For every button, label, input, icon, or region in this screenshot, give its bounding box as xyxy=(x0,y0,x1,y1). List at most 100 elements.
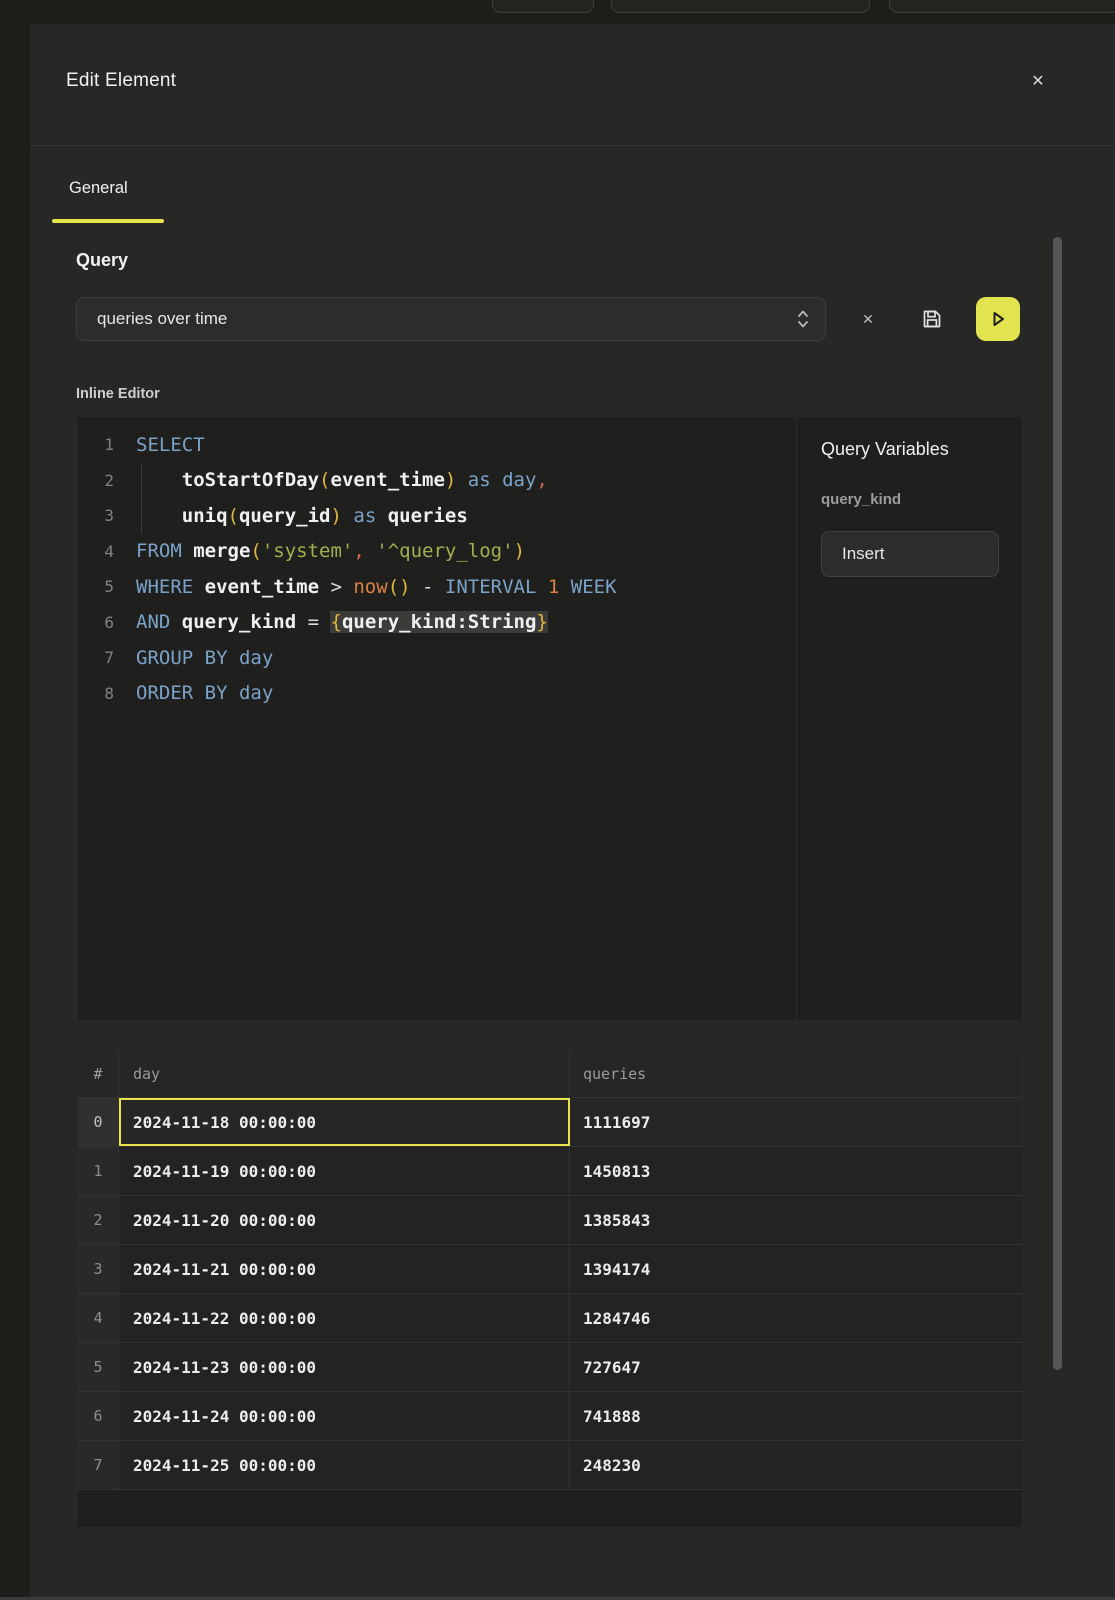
table-row: 02024-11-18 00:00:001111697 xyxy=(78,1098,1022,1147)
table-row: 42024-11-22 00:00:001284746 xyxy=(78,1294,1022,1343)
code-token: ) xyxy=(445,469,456,491)
queries-cell[interactable]: 1450813 xyxy=(570,1147,1022,1195)
line-text: ORDER BY day xyxy=(136,682,273,704)
column-header-queries[interactable]: queries xyxy=(570,1050,1022,1097)
queries-cell[interactable]: 1394174 xyxy=(570,1245,1022,1293)
code-line[interactable]: 5WHERE event_time > now() - INTERVAL 1 W… xyxy=(78,569,796,605)
line-number: 7 xyxy=(78,648,114,667)
modal-scrollbar[interactable] xyxy=(1053,237,1062,1370)
code-token: { xyxy=(330,611,341,633)
chevron-up-down-icon xyxy=(797,308,809,330)
code-line[interactable]: 8 ORDER BY day xyxy=(78,676,796,712)
day-cell[interactable]: 2024-11-20 00:00:00 xyxy=(119,1196,570,1244)
day-cell[interactable]: 2024-11-25 00:00:00 xyxy=(119,1441,570,1489)
column-header-index[interactable]: # xyxy=(78,1050,119,1097)
code-token: as xyxy=(342,505,388,527)
code-token: AND xyxy=(136,611,182,633)
table-footer xyxy=(78,1490,1022,1527)
queries-cell[interactable]: 248230 xyxy=(570,1441,1022,1489)
table-row: 62024-11-24 00:00:00741888 xyxy=(78,1392,1022,1441)
code-token: > xyxy=(319,576,353,598)
queries-cell[interactable]: 1111697 xyxy=(570,1098,1022,1146)
code-line[interactable]: 4FROM merge('system', '^query_log') xyxy=(78,534,796,570)
query-variables-title: Query Variables xyxy=(821,439,949,460)
code-token: - xyxy=(411,576,445,598)
background-button-partial xyxy=(889,0,1115,13)
code-token: ) xyxy=(514,540,525,562)
run-query-button[interactable] xyxy=(976,297,1020,341)
table-row: 12024-11-19 00:00:001450813 xyxy=(78,1147,1022,1196)
row-index-cell[interactable]: 6 xyxy=(78,1392,119,1440)
row-index-cell[interactable]: 0 xyxy=(78,1098,119,1146)
tab-active-underline xyxy=(52,219,164,223)
row-index-cell[interactable]: 4 xyxy=(78,1294,119,1342)
day-cell[interactable]: 2024-11-18 00:00:00 xyxy=(119,1098,570,1146)
code-token: FROM xyxy=(136,540,193,562)
code-token: uniq xyxy=(182,505,228,527)
row-index-cell[interactable]: 1 xyxy=(78,1147,119,1195)
code-line[interactable]: 7 GROUP BY day xyxy=(78,640,796,676)
code-token: SELECT xyxy=(136,434,205,456)
code-token: ( xyxy=(319,469,330,491)
column-header-day[interactable]: day xyxy=(119,1050,570,1097)
inline-editor-label: Inline Editor xyxy=(76,386,160,402)
queries-cell[interactable]: 741888 xyxy=(570,1392,1022,1440)
day-cell[interactable]: 2024-11-22 00:00:00 xyxy=(119,1294,570,1342)
table-header-row: # day queries xyxy=(78,1050,1022,1098)
line-number: 3 xyxy=(78,506,114,525)
tab-general[interactable]: General xyxy=(69,179,128,198)
code-line[interactable]: 6AND query_kind = {query_kind:String} xyxy=(78,605,796,641)
row-index-cell[interactable]: 3 xyxy=(78,1245,119,1293)
close-icon[interactable]: ✕ xyxy=(1026,70,1050,94)
line-text: uniq(query_id) as queries xyxy=(136,505,468,527)
query-select[interactable]: queries over time xyxy=(76,297,826,341)
code-token xyxy=(365,540,376,562)
insert-variable-button[interactable]: Insert xyxy=(821,531,999,577)
code-token: GROUP BY day xyxy=(136,647,273,669)
code-token: query_kind:String xyxy=(342,611,536,633)
sql-editor[interactable]: 1SELECT2 toStartOfDay(event_time) as day… xyxy=(78,417,1022,1020)
save-icon[interactable] xyxy=(920,307,944,331)
line-number: 2 xyxy=(78,471,114,490)
code-token: , xyxy=(536,469,547,491)
queries-cell[interactable]: 1385843 xyxy=(570,1196,1022,1244)
code-token: = xyxy=(296,611,330,633)
line-text: GROUP BY day xyxy=(136,647,273,669)
play-icon xyxy=(988,309,1008,329)
day-cell[interactable]: 2024-11-23 00:00:00 xyxy=(119,1343,570,1391)
row-index-cell[interactable]: 7 xyxy=(78,1441,119,1489)
table-row: 72024-11-25 00:00:00248230 xyxy=(78,1441,1022,1490)
line-number: 4 xyxy=(78,542,114,561)
code-token: ( xyxy=(228,505,239,527)
row-index-cell[interactable]: 2 xyxy=(78,1196,119,1244)
day-cell[interactable]: 2024-11-19 00:00:00 xyxy=(119,1147,570,1195)
code-token: 'system' xyxy=(262,540,354,562)
results-table: # day queries 02024-11-18 00:00:00111169… xyxy=(78,1050,1022,1527)
code-lines[interactable]: 1SELECT2 toStartOfDay(event_time) as day… xyxy=(78,417,796,1020)
queries-cell[interactable]: 1284746 xyxy=(570,1294,1022,1342)
row-index-cell[interactable]: 5 xyxy=(78,1343,119,1391)
code-token: as day xyxy=(456,469,536,491)
clear-query-icon[interactable]: ✕ xyxy=(856,308,880,330)
code-line[interactable]: 3 uniq(query_id) as queries xyxy=(78,498,796,534)
code-token: WHERE xyxy=(136,576,205,598)
code-line[interactable]: 1SELECT xyxy=(78,427,796,463)
code-token: merge xyxy=(193,540,250,562)
day-cell[interactable]: 2024-11-21 00:00:00 xyxy=(119,1245,570,1293)
code-token: INTERVAL xyxy=(445,576,537,598)
code-token: toStartOfDay xyxy=(182,469,319,491)
code-token: WEEK xyxy=(571,576,617,598)
line-number: 5 xyxy=(78,577,114,596)
code-token: query_kind xyxy=(182,611,296,633)
modal-title: Edit Element xyxy=(66,70,176,92)
indent-guide xyxy=(141,463,142,534)
header-divider xyxy=(30,145,1115,146)
code-token: queries xyxy=(388,505,468,527)
table-body: 02024-11-18 00:00:00111169712024-11-19 0… xyxy=(78,1098,1022,1490)
code-token xyxy=(136,505,182,527)
code-token: ORDER BY day xyxy=(136,682,273,704)
line-number: 8 xyxy=(78,684,114,703)
day-cell[interactable]: 2024-11-24 00:00:00 xyxy=(119,1392,570,1440)
code-line[interactable]: 2 toStartOfDay(event_time) as day, xyxy=(78,463,796,499)
queries-cell[interactable]: 727647 xyxy=(570,1343,1022,1391)
